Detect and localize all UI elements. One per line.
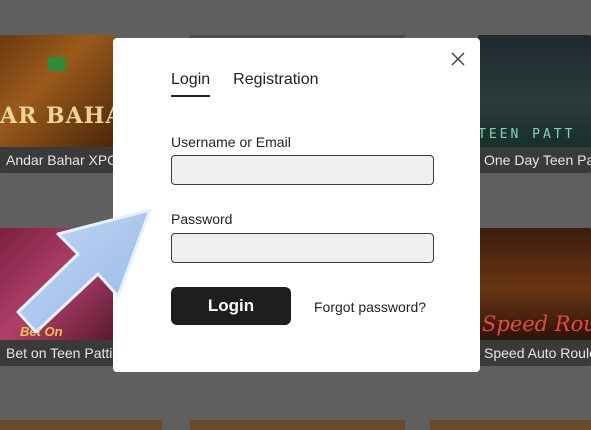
- badge-icon: [48, 57, 66, 71]
- game-thumbnail: AR BAHAR: [0, 35, 115, 147]
- tab-login[interactable]: Login: [171, 71, 211, 97]
- thumbnail-text: TEEN PATT: [478, 127, 576, 142]
- password-input[interactable]: [171, 233, 434, 263]
- game-thumbnail: Speed Roul: [478, 228, 591, 340]
- game-caption: Speed Auto Roulette: [478, 340, 591, 366]
- auth-tabs: Login Registration: [171, 71, 319, 97]
- game-tile-one-day-teen-patti[interactable]: TEEN PATT One Day Teen Patti: [478, 35, 591, 173]
- login-modal: Login Registration Username or Email Pas…: [113, 38, 480, 372]
- game-caption: One Day Teen Patti: [478, 147, 591, 173]
- tab-registration[interactable]: Registration: [233, 71, 318, 97]
- username-input[interactable]: [171, 155, 434, 185]
- thumbnail-text: AR BAHAR: [0, 103, 115, 129]
- game-tile-partial: [0, 420, 162, 430]
- password-label: Password: [171, 211, 233, 227]
- login-button[interactable]: Login: [171, 287, 291, 325]
- pointer-arrow-icon: [14, 200, 164, 340]
- thumbnail-text: Speed Roul: [482, 312, 591, 336]
- username-label: Username or Email: [171, 134, 291, 150]
- close-icon[interactable]: [450, 51, 466, 67]
- game-tile-partial: [190, 420, 405, 430]
- game-tile-partial: [430, 420, 591, 430]
- game-caption: Andar Bahar XPG: [0, 147, 115, 173]
- forgot-password-link[interactable]: Forgot password?: [314, 299, 426, 315]
- game-tile-andar-bahar[interactable]: AR BAHAR Andar Bahar XPG: [0, 35, 115, 173]
- game-tile-speed-auto-roulette[interactable]: Speed Roul Speed Auto Roulette: [478, 228, 591, 366]
- game-thumbnail: TEEN PATT: [478, 35, 591, 147]
- game-caption: Bet on Teen Patti: [0, 340, 115, 366]
